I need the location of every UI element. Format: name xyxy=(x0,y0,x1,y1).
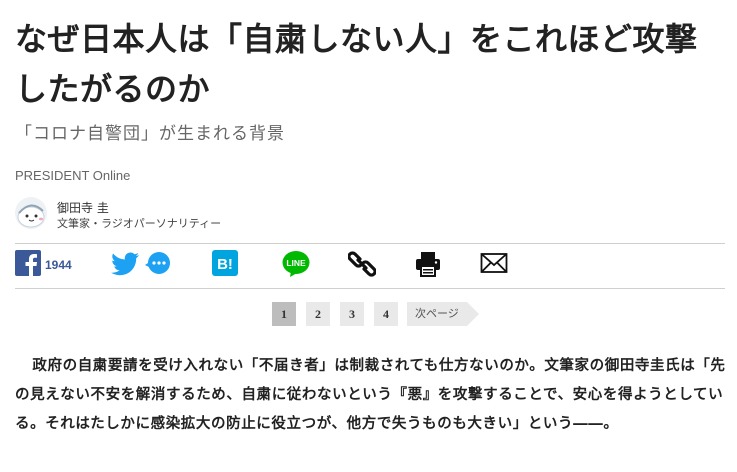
comment-button[interactable] xyxy=(145,250,173,280)
print-button[interactable] xyxy=(414,250,442,280)
next-page-label: 次ページ xyxy=(415,307,459,320)
page-4-button[interactable]: 4 xyxy=(374,302,398,326)
line-icon: LINE xyxy=(282,251,310,277)
comment-icon xyxy=(145,252,170,274)
divider-bottom xyxy=(15,288,725,289)
hatena-bookmark-button[interactable]: B! xyxy=(212,250,238,280)
copy-link-button[interactable] xyxy=(347,250,377,280)
author-avatar xyxy=(15,197,47,229)
page-1-button[interactable]: 1 xyxy=(272,302,296,326)
publisher-name[interactable]: PRESIDENT Online xyxy=(15,168,130,183)
page-2-button[interactable]: 2 xyxy=(306,302,330,326)
next-page-button[interactable]: 次ページ xyxy=(407,302,479,326)
line-label: LINE xyxy=(286,258,306,268)
link-icon xyxy=(347,251,377,277)
facebook-icon xyxy=(15,250,41,276)
twitter-icon xyxy=(111,252,139,276)
author-name[interactable]: 御田寺 圭 xyxy=(57,199,109,216)
page-3-button[interactable]: 3 xyxy=(340,302,364,326)
twitter-share-button[interactable] xyxy=(111,250,139,280)
article-lead: 政府の自粛要請を受け入れない「不届き者」は制裁されても仕方ないのか。文筆家の御田… xyxy=(15,358,726,432)
author-role: 文筆家・ラジオパーソナリティー xyxy=(57,217,222,230)
hatena-label: B! xyxy=(217,256,233,273)
mail-share-button[interactable] xyxy=(480,250,508,280)
facebook-share-count: 1944 xyxy=(45,258,72,272)
pagination: 1 2 3 4 次ページ xyxy=(0,302,737,326)
print-icon xyxy=(416,252,440,277)
line-share-button[interactable]: LINE xyxy=(282,250,310,280)
article: なぜ日本人は「自粛しない人」をこれほど攻撃したがるのか 「コロナ自警団」が生まれ… xyxy=(0,0,737,472)
article-title: なぜ日本人は「自粛しない人」をこれほど攻撃したがるのか xyxy=(15,20,698,108)
divider-top xyxy=(15,243,725,244)
article-subtitle: 「コロナ自警団」が生まれる背景 xyxy=(15,124,285,144)
facebook-share-button[interactable] xyxy=(15,250,41,280)
hatena-bookmark-icon: B! xyxy=(212,250,238,276)
mail-icon xyxy=(480,253,508,273)
